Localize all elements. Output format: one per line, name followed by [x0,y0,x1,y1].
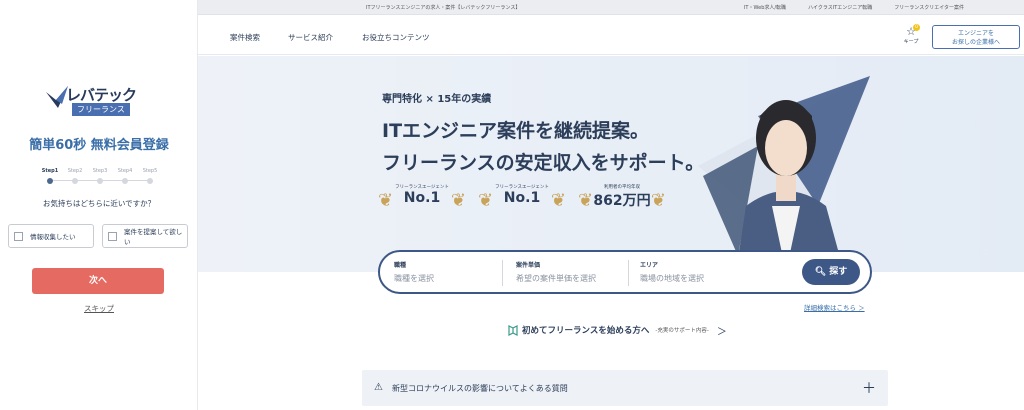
plus-icon[interactable]: ＋ [862,378,876,398]
logo-text: レバテック [66,86,137,104]
option-info-gathering[interactable]: 情報収集したい [8,224,94,248]
hero-tag: 専門特化 × 15年の実績 [382,94,492,105]
laurel-left-icon: ❦ [378,190,394,211]
logo-subtext: フリーランス [72,103,130,116]
corp-button-line1: エンジニアを [957,30,994,37]
book-icon [508,324,518,336]
awards: ❦ ❦ フリーランスエージェント No.1 ❦ ❦ フリーランスエージェント No.1 … [378,184,666,218]
nav-item-service[interactable]: サービス紹介 [288,32,333,43]
hero-headline-2: フリーランスの安定収入をサポート。 [382,152,705,174]
star-icon: ☆ [906,25,916,38]
faq-accordion[interactable]: ⚠ 新型コロナウイルスの影響についてよくある質問 ＋ [362,370,888,406]
laurel-right-icon: ❦ [450,190,466,211]
levtech-logo: レバテック フリーランス [46,84,156,118]
laurel-left-icon: ❦ [578,190,594,211]
option-label: 情報収集したい [30,233,76,241]
field-placeholder: 職種を選択 [394,274,434,283]
award-3: ❦ ❦ 利用者の平均年収 862万円 [578,185,666,211]
hero-headline-1: ITエンジニア案件を継続提案。 [382,120,650,142]
field-label: エリア [640,262,659,269]
step-5: Step5 [138,168,162,184]
registration-title: 簡単60秒 無料会員登録 [29,138,169,153]
laurel-left-icon: ❦ [478,190,494,211]
laurel-right-icon: ❦ [550,190,566,211]
first-time-title: 初めてフリーランスを始める方へ [522,326,650,336]
skip-link[interactable]: スキップ [0,303,198,314]
checkbox-icon[interactable] [108,231,117,241]
keep-count-badge: 0 [913,24,920,31]
site-description: ITフリーランスエンジニアの求人・案件【レバテックフリーランス】 [366,5,521,11]
field-placeholder: 希望の案件単価を選択 [516,274,596,283]
first-time-link[interactable]: 初めてフリーランスを始める方へ -充実のサポート内容- ＞ [508,323,727,338]
main-site: ITフリーランスエンジニアの求人・案件【レバテックフリーランス】 IT・Web求… [198,0,1024,410]
top-link-creator[interactable]: フリーランスクリエイター案件 [894,4,964,11]
corp-button-line2: お探しの企業様へ [951,39,1000,46]
search-field-price[interactable]: 案件単価 希望の案件単価を選択 [516,260,596,284]
model-person-image [736,100,844,272]
search-button-label: 探す [829,267,848,277]
keep-button[interactable]: ☆ 0 キープ [898,24,924,45]
award-2: ❦ ❦ フリーランスエージェント No.1 [478,185,566,211]
search-button[interactable]: 🔍︎ 探す [802,259,860,285]
field-placeholder: 職場の地域を選択 [640,274,704,283]
checkbox-icon[interactable] [14,231,23,241]
registration-panel: レバテック フリーランス 簡単60秒 無料会員登録 Step1 Step2 St… [0,0,198,410]
step-1: Step1 [38,168,62,184]
option-label: 案件を提案して欲しい [124,228,183,246]
hero-banner: 専門特化 × 15年の実績 ITエンジニア案件を継続提案。 フリーランスの安定収… [198,56,1024,272]
top-links: IT・Web求人/転職 ハイクラスITエンジニア転職 フリーランスクリエイター案… [744,4,964,11]
top-link-highclass[interactable]: ハイクラスITエンジニア転職 [808,4,872,11]
faq-title: 新型コロナウイルスの影響についてよくある質問 [392,384,568,393]
award-1: ❦ ❦ フリーランスエージェント No.1 [378,185,466,211]
step-4: Step4 [113,168,137,184]
nav-item-job-search[interactable]: 案件検索 [230,32,260,43]
option-request-proposal[interactable]: 案件を提案して欲しい [102,224,188,248]
search-field-area[interactable]: エリア 職場の地域を選択 [640,260,704,284]
divider [502,260,503,286]
search-icon: 🔍︎ [814,267,827,277]
field-label: 案件単価 [516,262,541,269]
search-bar: 職種 職種を選択 案件単価 希望の案件単価を選択 エリア 職場の地域を選択 🔍︎… [378,250,872,294]
step-2: Step2 [63,168,87,184]
step-indicator: Step1 Step2 Step3 Step4 Step5 [38,168,168,192]
field-label: 職種 [394,262,407,269]
step-3: Step3 [88,168,112,184]
laurel-right-icon: ❦ [650,190,666,211]
top-link-it-web[interactable]: IT・Web求人/転職 [744,4,786,11]
chevron-right-icon: ＞ [716,326,727,338]
logo-mark-icon [46,86,68,108]
nav-item-contents[interactable]: お役立ちコンテンツ [362,32,430,43]
warning-icon: ⚠ [374,382,383,393]
search-field-job-type[interactable]: 職種 職種を選択 [394,260,434,284]
top-bar: ITフリーランスエンジニアの求人・案件【レバテックフリーランス】 IT・Web求… [198,0,1024,15]
keep-label: キープ [903,39,919,45]
advanced-search-link[interactable]: 詳細検索はこちら ＞ [804,302,865,312]
nav-bar: 案件検索 サービス紹介 お役立ちコンテンツ ☆ 0 キープ エンジニアを お探し… [198,15,1024,55]
first-time-subtitle: -充実のサポート内容- [655,328,709,334]
corporate-button[interactable]: エンジニアを お探しの企業様へ [932,25,1020,49]
next-button[interactable]: 次へ [32,268,164,294]
question-text: お気持ちはどちらに近いですか？ [42,199,156,208]
divider [628,260,629,286]
